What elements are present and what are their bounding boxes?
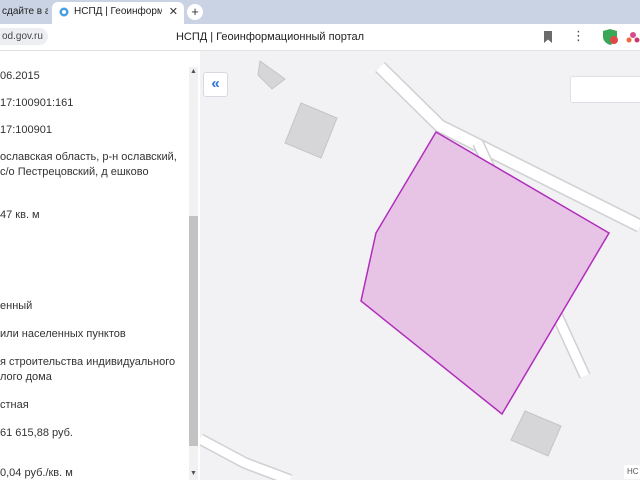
info-cadastral-quarter: 17:100901 — [0, 124, 52, 136]
info-date: 06.2015 — [0, 70, 40, 82]
address-bar: od.gov.ru НСПД | Геоинформационный порта… — [0, 24, 640, 51]
tab-label: сдайте в а — [2, 6, 48, 17]
map-view[interactable]: « НС — [200, 51, 640, 480]
info-status: енный — [0, 300, 33, 312]
map-attribution: НС — [624, 465, 640, 479]
info-ownership: стная — [0, 399, 29, 411]
tab-nspd-portal[interactable]: НСПД | Геоинформацио ✕ — [52, 2, 184, 24]
info-land-category: или населенных пунктов — [0, 328, 126, 340]
tab-label: НСПД | Геоинформацио — [74, 6, 162, 17]
info-cadastral-value: 61 615,88 руб. — [0, 427, 73, 439]
info-permitted-use: я строительства индивидуального лого дом… — [0, 356, 176, 383]
object-info-panel: 06.2015 17:100901:161 17:100901 ославска… — [0, 51, 200, 480]
extension-icon[interactable] — [626, 29, 640, 45]
building — [257, 60, 286, 90]
menu-icon[interactable]: ⋮ — [572, 28, 585, 44]
url-field[interactable]: od.gov.ru — [0, 28, 48, 45]
map-search-input[interactable] — [570, 76, 640, 103]
scroll-up-icon[interactable]: ▲ — [189, 67, 198, 77]
tab-strip: сдайте в а НСПД | Геоинформацио ✕ + — [0, 0, 640, 24]
page-title: НСПД | Геоинформационный портал — [175, 31, 365, 43]
building — [284, 102, 338, 159]
scrollbar-thumb[interactable] — [189, 216, 198, 446]
favicon-icon — [59, 7, 69, 17]
tab-rental-site[interactable]: сдайте в а — [0, 2, 48, 24]
info-cadastral-number: 17:100901:161 — [0, 97, 74, 109]
info-address: ославская область, р-н ославский, с/о Пе… — [0, 151, 177, 178]
close-tab-icon[interactable]: ✕ — [169, 2, 178, 22]
protect-icon[interactable] — [601, 29, 619, 45]
new-tab-button[interactable]: + — [187, 4, 203, 20]
info-specific-value: 0,04 руб./кв. м — [0, 467, 73, 479]
collapse-panel-button[interactable]: « — [203, 72, 228, 97]
building — [510, 410, 562, 457]
info-area: 47 кв. м — [0, 209, 40, 221]
scroll-down-icon[interactable]: ▼ — [189, 469, 198, 479]
map-canvas[interactable] — [200, 51, 640, 480]
land-parcel[interactable] — [360, 130, 611, 416]
bookmark-icon[interactable] — [543, 31, 553, 43]
